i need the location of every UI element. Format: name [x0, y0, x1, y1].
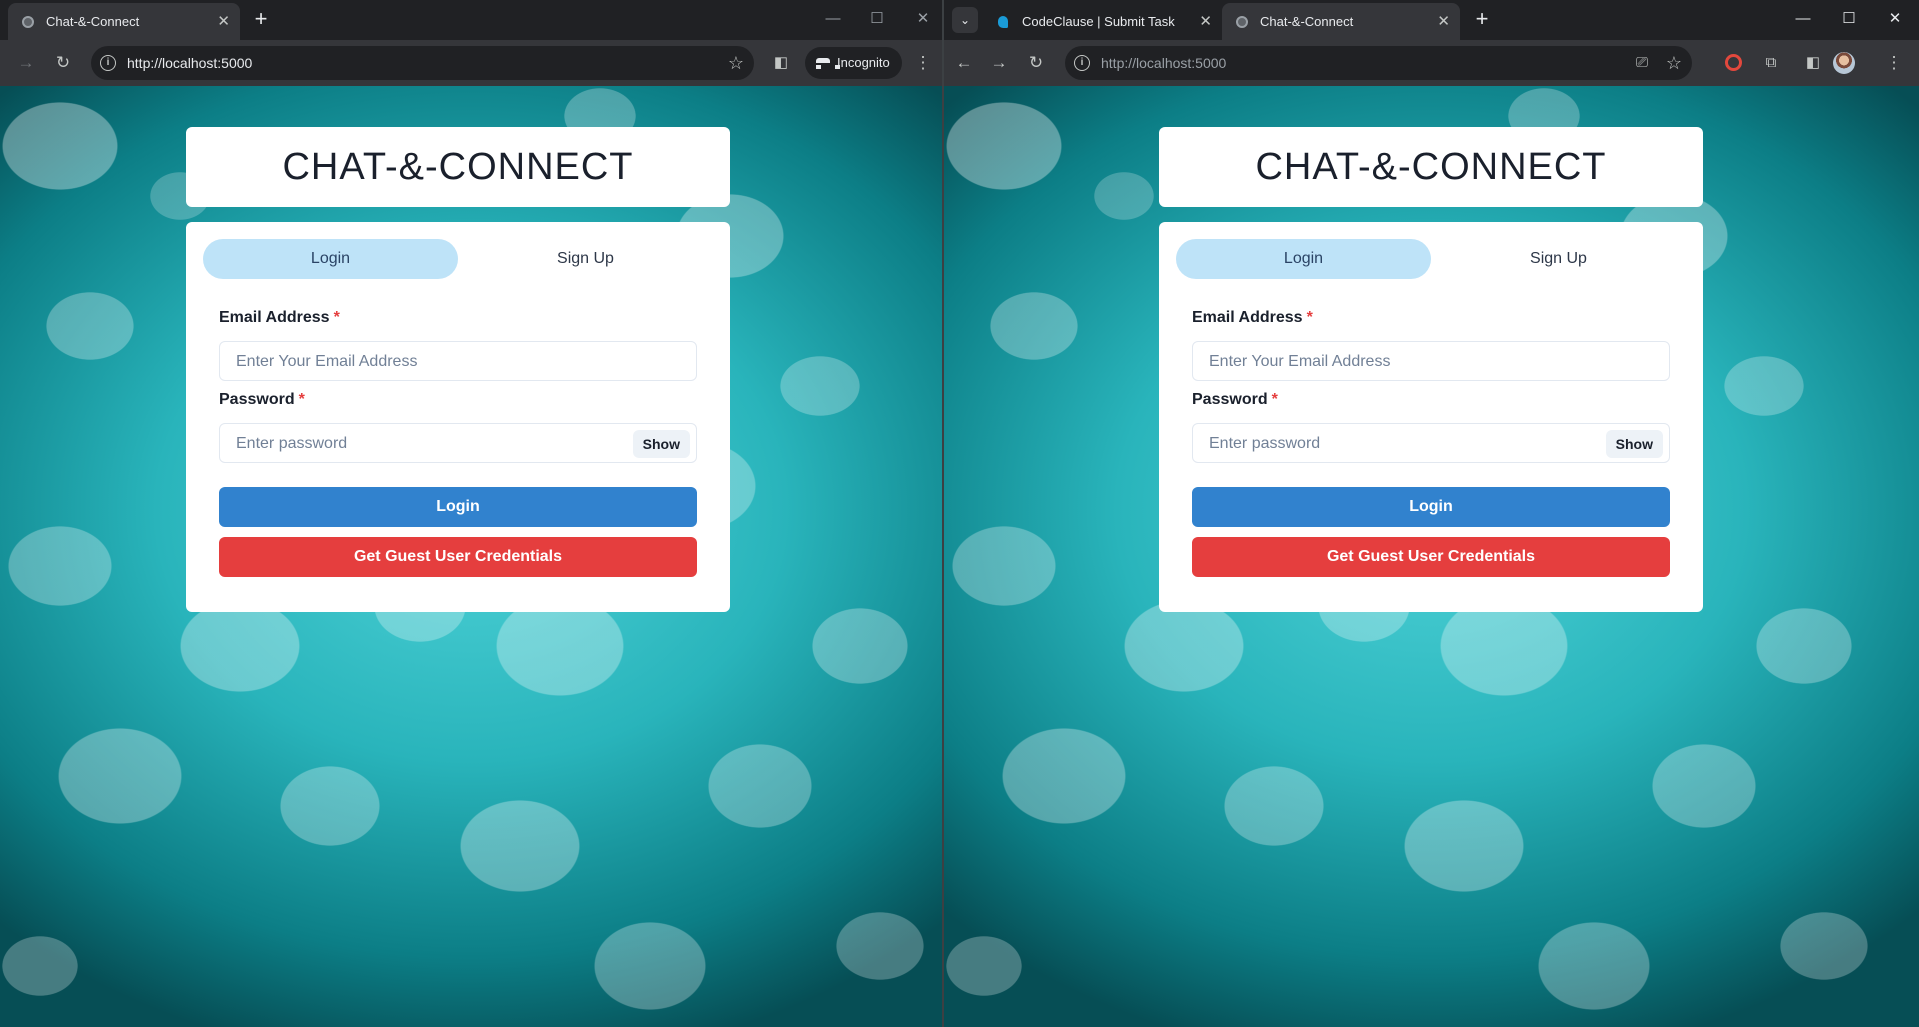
new-tab-button[interactable]: + [247, 5, 275, 33]
close-window-button[interactable]: ✕ [1880, 6, 1910, 32]
email-field[interactable]: Enter Your Email Address [219, 341, 697, 381]
show-password-button[interactable]: Show [1605, 430, 1663, 458]
back-arrow-icon[interactable]: ← [951, 50, 977, 76]
password-label: Password * [219, 391, 305, 408]
required-mark: * [333, 309, 340, 326]
required-mark: * [1271, 391, 1278, 408]
incognito-label: Incognito [837, 55, 890, 70]
minimize-button[interactable]: — [818, 6, 848, 32]
tab-chat-connect[interactable]: Chat-&-Connect ✕ [1222, 3, 1460, 40]
site-info-icon[interactable]: i [1074, 55, 1090, 71]
install-app-icon[interactable]: ⎚ [1636, 46, 1648, 80]
tab-label: Chat-&-Connect [1260, 14, 1354, 29]
reload-icon[interactable]: ↻ [50, 50, 76, 76]
tab-login[interactable]: Login [1176, 239, 1431, 279]
url-text: http://localhost:5000 [127, 55, 253, 71]
minimize-button[interactable]: — [1788, 6, 1818, 32]
puzzle-extensions-icon[interactable]: ⧉ [1758, 50, 1784, 76]
tab-search-chevron-icon[interactable]: ⌄ [952, 7, 978, 33]
email-placeholder: Enter Your Email Address [1209, 353, 1391, 370]
tab-chat-connect[interactable]: Chat-&-Connect ✕ [8, 3, 240, 40]
globe-favicon-icon [22, 16, 34, 28]
new-tab-button[interactable]: + [1468, 5, 1496, 33]
close-tab-icon[interactable]: ✕ [1437, 3, 1450, 40]
tab-label: CodeClause | Submit Task [1022, 14, 1175, 29]
password-field[interactable]: Enter password Show [219, 423, 697, 463]
side-panel-icon[interactable]: ◧ [1800, 50, 1826, 76]
login-button[interactable]: Login [1192, 487, 1670, 527]
maximize-button[interactable]: ☐ [1834, 6, 1864, 32]
tab-label: Chat-&-Connect [46, 14, 140, 29]
tab-codeclause[interactable]: CodeClause | Submit Task ✕ [984, 3, 1222, 40]
guest-credentials-button[interactable]: Get Guest User Credentials [219, 537, 697, 577]
globe-favicon-icon [1236, 16, 1248, 28]
url-text: http://localhost:5000 [1101, 55, 1227, 71]
maximize-button[interactable]: ☐ [862, 6, 892, 32]
address-bar[interactable]: i http://localhost:5000 ☆ [91, 46, 754, 80]
required-mark: * [298, 391, 305, 408]
email-label: Email Address * [1192, 309, 1313, 326]
bookmark-star-icon[interactable]: ☆ [1666, 46, 1682, 80]
side-panel-icon[interactable]: ◧ [768, 50, 794, 76]
tab-login[interactable]: Login [203, 239, 458, 279]
tab-signup[interactable]: Sign Up [458, 239, 713, 279]
incognito-icon [816, 56, 840, 70]
codeclause-favicon-icon [998, 16, 1008, 28]
email-label: Email Address * [219, 309, 340, 326]
kebab-menu-icon[interactable]: ⋮ [1881, 50, 1907, 76]
forward-arrow-icon[interactable]: → [13, 50, 39, 76]
required-mark: * [1306, 309, 1313, 326]
tab-strip: ⌄ CodeClause | Submit Task ✕ Chat-&-Conn… [944, 0, 1919, 40]
tab-strip: Chat-&-Connect ✕ + — ☐ ✕ [0, 0, 942, 40]
address-bar[interactable]: i http://localhost:5000 ⎚ ☆ [1065, 46, 1692, 80]
auth-card: Login Sign Up Email Address * Enter Your … [1159, 222, 1703, 612]
browser-window: ⌄ CodeClause | Submit Task ✕ Chat-&-Conn… [944, 0, 1919, 1027]
auth-card: Login Sign Up Email Address * Enter Your … [186, 222, 730, 612]
title-card: CHAT-&-CONNECT [186, 127, 730, 207]
page-title: CHAT-&-CONNECT [282, 146, 634, 188]
password-placeholder: Enter password [1209, 435, 1321, 452]
login-button[interactable]: Login [219, 487, 697, 527]
auth-tabs: Login Sign Up [1176, 239, 1686, 279]
guest-credentials-button[interactable]: Get Guest User Credentials [1192, 537, 1670, 577]
incognito-indicator[interactable]: Incognito [805, 47, 902, 79]
page-background: CHAT-&-CONNECT Login Sign Up Email Addre… [0, 86, 942, 1027]
email-placeholder: Enter Your Email Address [236, 353, 418, 370]
tab-signup[interactable]: Sign Up [1431, 239, 1686, 279]
extension-icon[interactable] [1725, 54, 1742, 71]
close-tab-icon[interactable]: ✕ [1199, 3, 1212, 40]
browser-toolbar: ← → ↻ i http://localhost:5000 ⎚ ☆ ⧉ ◧ ⋮ [944, 40, 1919, 86]
site-info-icon[interactable]: i [100, 55, 116, 71]
profile-avatar-icon[interactable] [1833, 52, 1855, 74]
reload-icon[interactable]: ↻ [1023, 50, 1049, 76]
email-field[interactable]: Enter Your Email Address [1192, 341, 1670, 381]
title-card: CHAT-&-CONNECT [1159, 127, 1703, 207]
password-placeholder: Enter password [236, 435, 348, 452]
page-background: CHAT-&-CONNECT Login Sign Up Email Addre… [944, 86, 1919, 1027]
forward-arrow-icon[interactable]: → [986, 50, 1012, 76]
browser-window-incognito: Chat-&-Connect ✕ + — ☐ ✕ → ↻ i http://lo… [0, 0, 942, 1027]
password-label: Password * [1192, 391, 1278, 408]
browser-toolbar: → ↻ i http://localhost:5000 ☆ ◧ Incognit… [0, 40, 942, 86]
close-tab-icon[interactable]: ✕ [217, 3, 230, 40]
show-password-button[interactable]: Show [632, 430, 690, 458]
password-field[interactable]: Enter password Show [1192, 423, 1670, 463]
page-title: CHAT-&-CONNECT [1255, 146, 1607, 188]
auth-tabs: Login Sign Up [203, 239, 713, 279]
close-window-button[interactable]: ✕ [908, 6, 938, 32]
kebab-menu-icon[interactable]: ⋮ [910, 50, 936, 76]
bookmark-star-icon[interactable]: ☆ [728, 46, 744, 80]
